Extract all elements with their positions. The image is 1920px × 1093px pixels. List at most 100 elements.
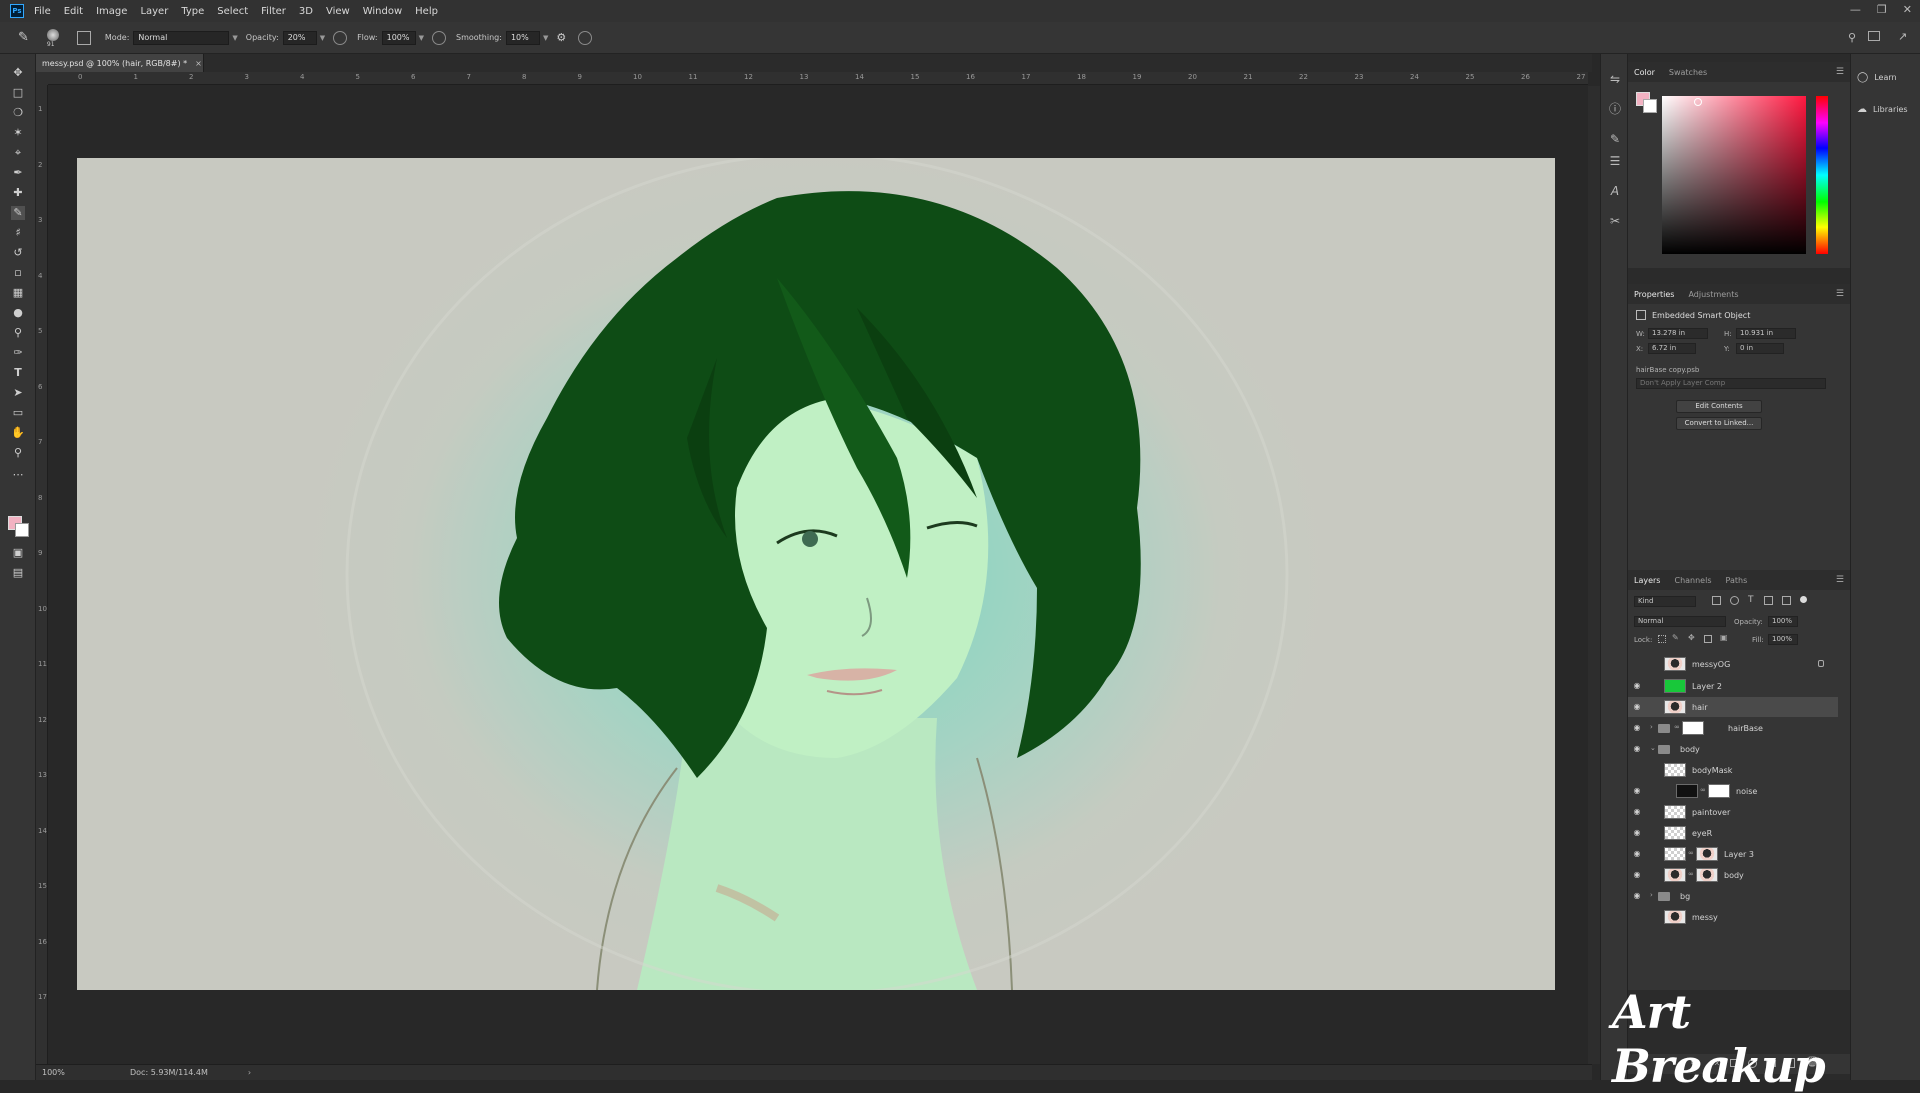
eyedropper-tool-icon[interactable]: ✒ [11, 166, 25, 180]
tab-swatches[interactable]: Swatches [1669, 68, 1707, 77]
document-tab[interactable]: messy.psd @ 100% (hair, RGB/8#) * × [36, 54, 204, 72]
screen-mode-icon[interactable]: ▤ [11, 566, 25, 580]
layer-row[interactable]: ◉ ∞ Layer 3 [1628, 844, 1838, 864]
width-field[interactable]: 13.278 in [1648, 328, 1708, 339]
horizontal-ruler[interactable]: 0 1 2 3 4 5 6 7 8 9 10 11 12 13 14 15 16 17 18 19 20 21 22 23 24… [48, 72, 1588, 85]
layer-filter-dropdown[interactable]: Kind [1634, 596, 1696, 607]
filter-type-icon[interactable]: T [1748, 595, 1754, 605]
background-color-swatch[interactable] [15, 523, 29, 537]
layer-row-selected[interactable]: ◉ hair [1628, 697, 1838, 717]
visibility-eye-icon[interactable]: ◉ [1632, 849, 1642, 859]
fill-field[interactable]: 100% [1768, 634, 1798, 645]
filter-shape-icon[interactable] [1764, 596, 1773, 605]
hand-tool-icon[interactable]: ✋ [11, 426, 25, 440]
search-icon[interactable]: ⚲ [1848, 31, 1856, 44]
y-field[interactable]: 0 in [1736, 343, 1784, 354]
tab-paths[interactable]: Paths [1726, 576, 1748, 585]
x-field[interactable]: 6.72 in [1648, 343, 1696, 354]
quick-mask-icon[interactable]: ▣ [11, 546, 25, 560]
airbrush-icon[interactable] [432, 30, 446, 45]
tab-layers[interactable]: Layers [1634, 576, 1660, 585]
vertical-scrollbar[interactable] [1588, 86, 1600, 1064]
panel-menu-icon[interactable]: ☰ [1836, 67, 1844, 77]
zoom-level[interactable]: 100% [42, 1068, 102, 1077]
chevron-right-icon[interactable]: › [248, 1068, 251, 1077]
filter-toggle-icon[interactable] [1800, 596, 1807, 603]
artwork-canvas[interactable] [77, 158, 1555, 990]
convert-to-linked-button[interactable]: Convert to Linked... [1676, 417, 1762, 430]
blend-mode-dropdown[interactable]: Normal [1634, 616, 1726, 627]
history-brush-tool-icon[interactable]: ↺ [11, 246, 25, 260]
tools-preset-icon[interactable]: ✂ [1608, 214, 1622, 228]
brush-tool-icon[interactable]: ✎ [11, 206, 25, 220]
history-icon[interactable]: ⇋ [1608, 72, 1622, 86]
layer-row[interactable]: ◉ Layer 2 [1628, 676, 1838, 696]
marquee-tool-icon[interactable]: □ [11, 86, 25, 100]
crop-tool-icon[interactable]: ⌖ [11, 146, 25, 160]
flow-field[interactable]: 100% [381, 30, 416, 45]
libraries-button[interactable]: ☁ Libraries [1857, 104, 1908, 115]
close-icon[interactable]: ✕ [1903, 3, 1912, 16]
brush-tool-icon[interactable]: ✎ [18, 30, 29, 45]
pressure-size-icon[interactable] [578, 30, 593, 45]
menu-image[interactable]: Image [96, 6, 127, 17]
brush-settings-icon[interactable]: ✎ [1608, 132, 1622, 146]
eraser-tool-icon[interactable]: ▫ [11, 266, 25, 280]
info-icon[interactable]: ⓘ [1608, 102, 1622, 116]
menu-view[interactable]: View [326, 6, 350, 17]
layer-row[interactable]: ◉ ∞ noise [1628, 781, 1838, 801]
opacity-field[interactable]: 20% [282, 30, 317, 45]
layer-row[interactable]: ◉ ⌄ body [1628, 739, 1838, 759]
layer-row[interactable]: ◉ › bg [1628, 886, 1838, 906]
layer-row[interactable]: ◉ eyeR [1628, 823, 1838, 843]
filter-pixel-icon[interactable] [1712, 596, 1721, 605]
vertical-ruler[interactable]: 1 2 3 4 5 6 7 8 9 10 11 12 13 14 15 16 17 [36, 85, 48, 1067]
brush-preset-picker[interactable]: 91 [43, 27, 65, 49]
move-tool-icon[interactable]: ✥ [11, 66, 25, 80]
layer-row[interactable]: messyOG [1628, 654, 1838, 674]
background-color-swatch[interactable] [1643, 99, 1657, 113]
smoothing-field[interactable]: 10% [505, 30, 540, 45]
visibility-eye-icon[interactable]: ◉ [1632, 702, 1642, 712]
visibility-eye-icon[interactable]: ◉ [1632, 681, 1642, 691]
expand-chevron-icon[interactable]: › [1650, 723, 1653, 731]
layer-comp-dropdown[interactable]: Don't Apply Layer Comp [1636, 378, 1826, 389]
healing-brush-tool-icon[interactable]: ✚ [11, 186, 25, 200]
rectangle-tool-icon[interactable]: ▭ [11, 406, 25, 420]
layer-opacity-field[interactable]: 100% [1768, 616, 1798, 627]
pen-tool-icon[interactable]: ✑ [11, 346, 25, 360]
color-picker-field[interactable] [1662, 96, 1806, 254]
workspace-icon[interactable] [1868, 31, 1880, 41]
quick-select-tool-icon[interactable]: ✶ [11, 126, 25, 140]
toggle-brush-panel-icon[interactable] [76, 30, 91, 45]
visibility-eye-icon[interactable]: ◉ [1632, 828, 1642, 838]
learn-button[interactable]: ◯ Learn [1857, 72, 1897, 83]
path-select-tool-icon[interactable]: ➤ [11, 386, 25, 400]
layer-row[interactable]: messy [1628, 907, 1838, 927]
doc-size-info[interactable]: Doc: 5.93M/114.4M [130, 1068, 208, 1077]
tab-color[interactable]: Color [1634, 68, 1655, 77]
menu-3d[interactable]: 3D [299, 6, 313, 17]
layer-row[interactable]: ◉ ∞ body [1628, 865, 1838, 885]
menu-window[interactable]: Window [363, 6, 402, 17]
restore-icon[interactable]: ❐ [1877, 3, 1887, 16]
gradient-tool-icon[interactable]: ▦ [11, 286, 25, 300]
lock-pixels-icon[interactable]: ✎ [1672, 633, 1679, 642]
filter-smart-object-icon[interactable] [1782, 596, 1791, 605]
layer-row[interactable]: ◉ › ∞ hairBase [1628, 718, 1838, 738]
edit-contents-button[interactable]: Edit Contents [1676, 400, 1762, 413]
visibility-eye-icon[interactable]: ◉ [1632, 807, 1642, 817]
menu-filter[interactable]: Filter [261, 6, 286, 17]
clone-stamp-tool-icon[interactable]: ♯ [11, 226, 25, 240]
color-picker-handle[interactable] [1694, 98, 1702, 106]
tab-adjustments[interactable]: Adjustments [1688, 290, 1738, 299]
hue-slider[interactable] [1816, 96, 1828, 254]
menu-help[interactable]: Help [415, 6, 438, 17]
more-tools-icon[interactable]: ⋯ [11, 468, 25, 482]
visibility-eye-icon[interactable]: ◉ [1632, 723, 1642, 733]
lock-artboard-icon[interactable] [1704, 635, 1712, 643]
menu-type[interactable]: Type [181, 6, 204, 17]
expand-chevron-icon[interactable]: › [1650, 891, 1653, 899]
blur-tool-icon[interactable]: ● [11, 306, 25, 320]
lock-position-icon[interactable]: ✥ [1688, 633, 1695, 642]
